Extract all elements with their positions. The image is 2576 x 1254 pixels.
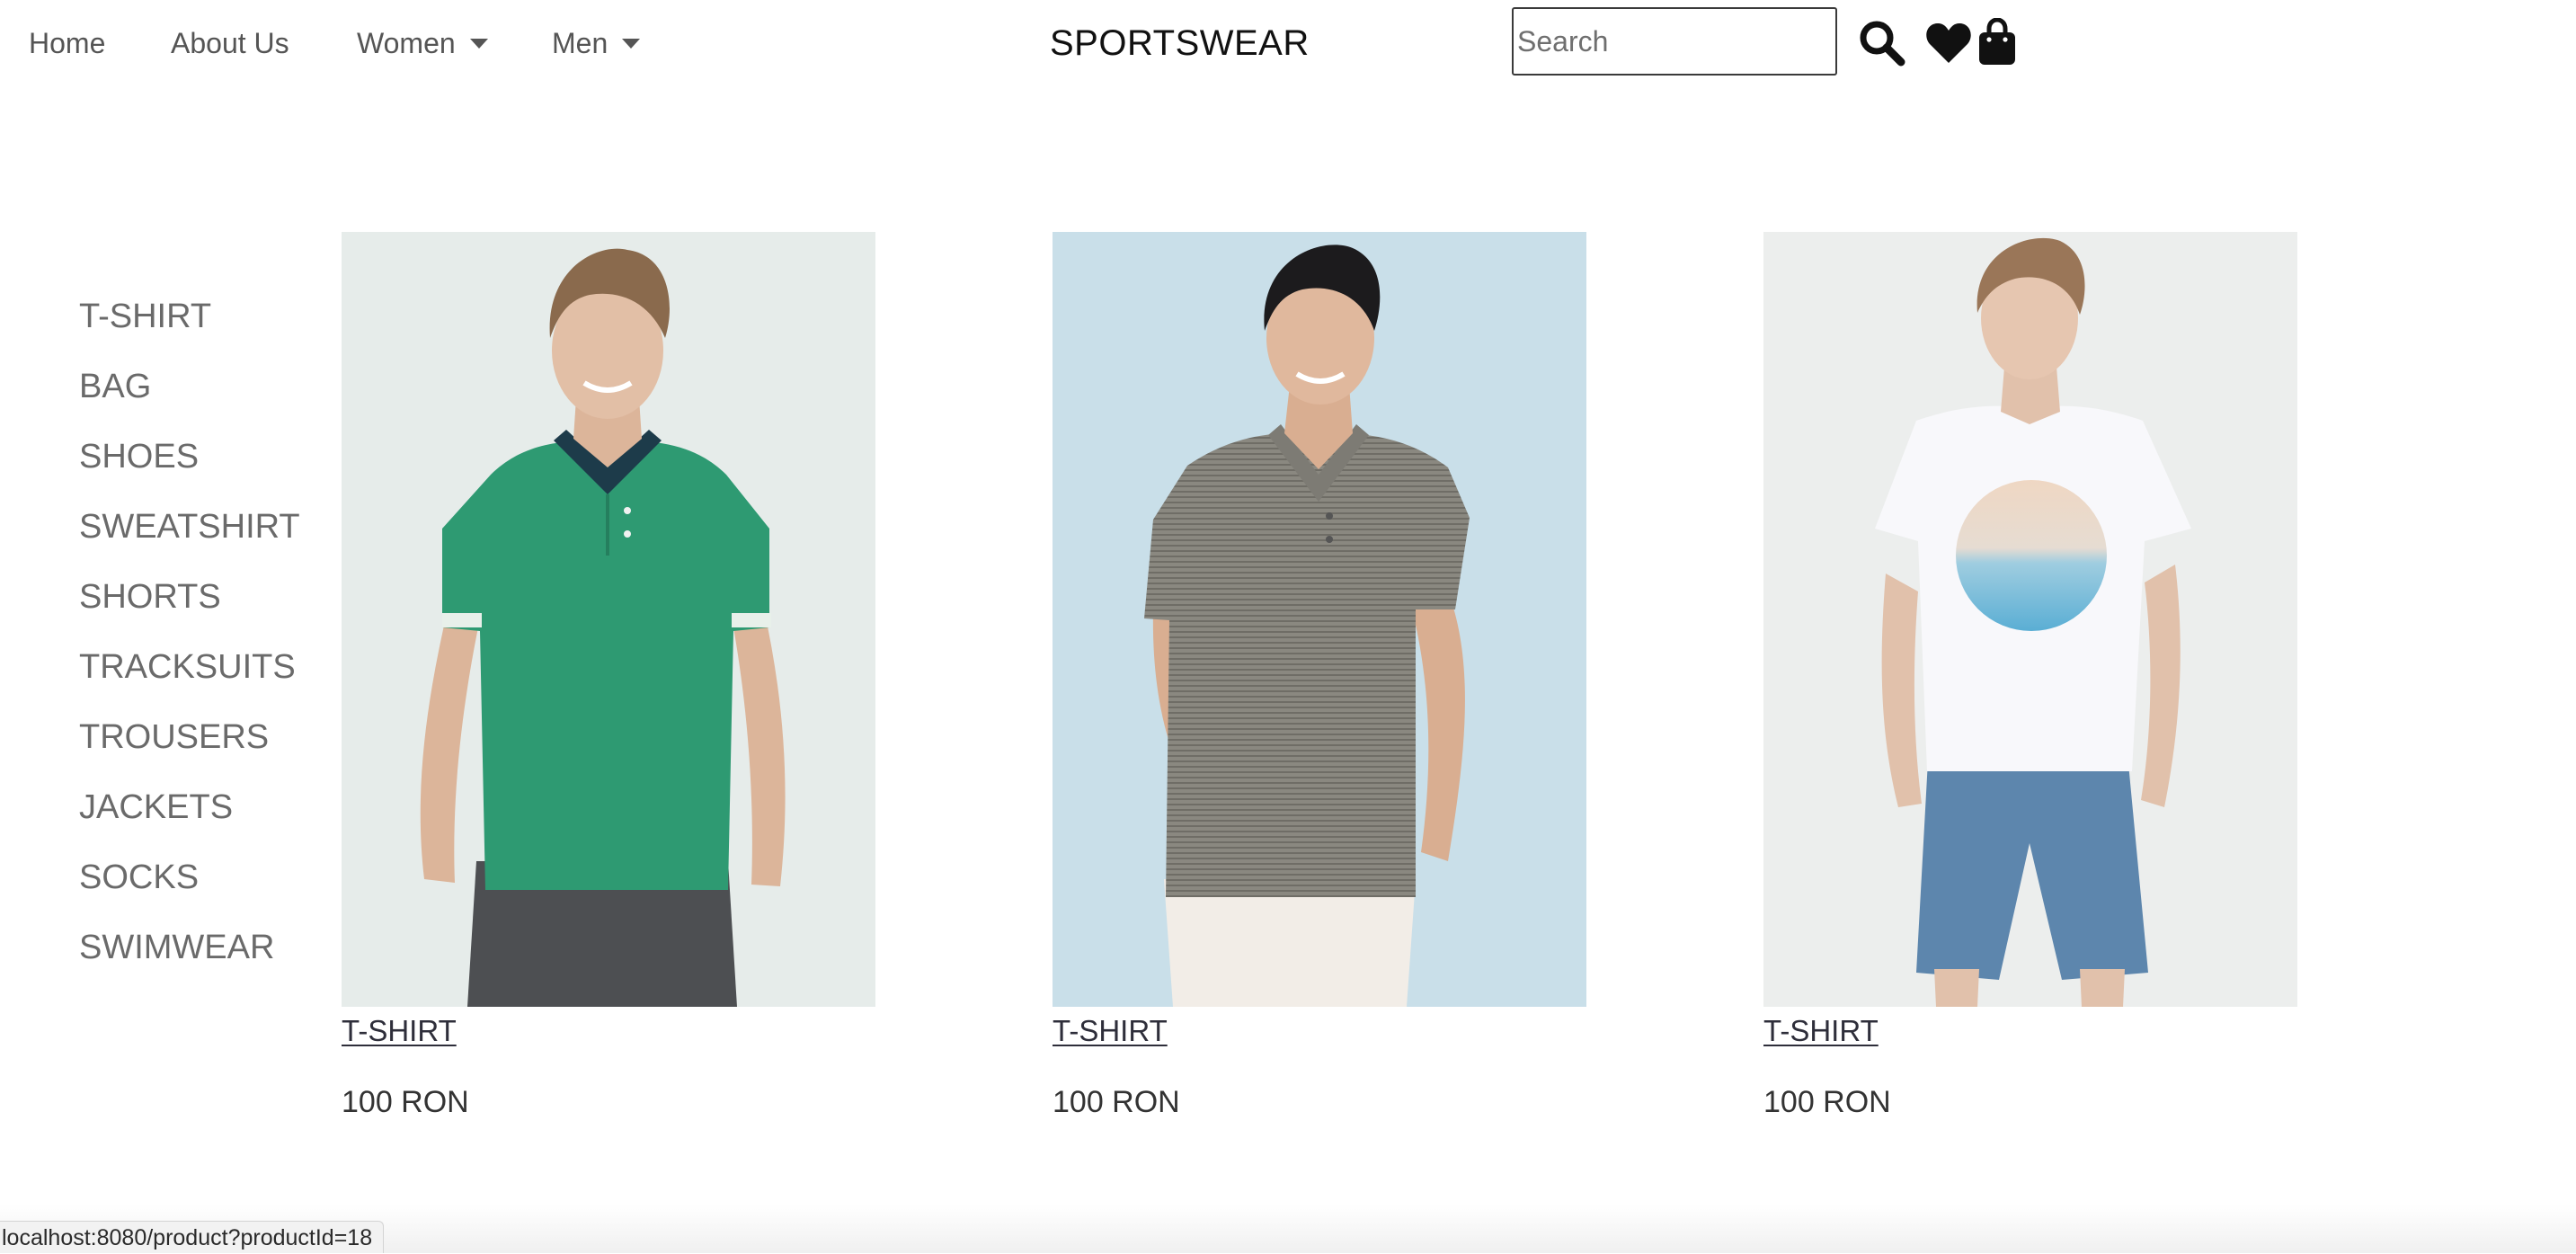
- product-card: T-SHIRT 100 RON: [342, 232, 875, 1122]
- heart-icon[interactable]: [1925, 22, 1972, 65]
- product-name-link[interactable]: T-SHIRT: [1763, 1012, 1879, 1050]
- search-icon[interactable]: [1857, 18, 1905, 67]
- product-card: T-SHIRT 100 RON: [1763, 232, 2297, 1122]
- nav-home-link[interactable]: Home: [29, 23, 105, 63]
- sidebar-item-bag[interactable]: BAG: [79, 360, 313, 430]
- product-price: 100 RON: [1053, 1085, 1180, 1119]
- product-image[interactable]: [1053, 232, 1586, 1007]
- product-price: 100 RON: [1763, 1085, 1891, 1119]
- search-input[interactable]: [1512, 7, 1837, 76]
- sidebar-item-jackets[interactable]: JACKETS: [79, 780, 313, 850]
- category-sidebar: T-SHIRT BAG SHOES SWEATSHIRT SHORTS TRAC…: [79, 289, 313, 991]
- page-bottom-fade: [0, 1205, 2576, 1253]
- nav-women-label: Women: [357, 27, 456, 59]
- sidebar-item-trousers[interactable]: TROUSERS: [79, 710, 313, 780]
- sidebar-item-shorts[interactable]: SHORTS: [79, 570, 313, 640]
- product-name-link[interactable]: T-SHIRT: [1053, 1012, 1168, 1050]
- product-price: 100 RON: [342, 1085, 469, 1119]
- product-image[interactable]: [1763, 232, 2297, 1007]
- brand-logo-text[interactable]: SPORTSWEAR: [1050, 22, 1310, 65]
- nav-men-label: Men: [552, 27, 608, 59]
- caret-down-icon: [622, 39, 641, 49]
- nav-men-dropdown[interactable]: Men: [552, 23, 641, 63]
- sidebar-item-t-shirt[interactable]: T-SHIRT: [79, 289, 313, 360]
- sidebar-item-shoes[interactable]: SHOES: [79, 430, 313, 500]
- nav-women-dropdown[interactable]: Women: [357, 23, 488, 63]
- product-image[interactable]: [342, 232, 875, 1007]
- nav-about-link[interactable]: About Us: [171, 23, 289, 63]
- product-card: T-SHIRT 100 RON: [1053, 232, 1586, 1122]
- browser-status-bar: localhost:8080/product?productId=18: [0, 1221, 385, 1253]
- top-navbar: Home About Us Women Men SPORTSWEAR: [0, 0, 2576, 86]
- caret-down-icon: [469, 39, 488, 49]
- sidebar-item-sweatshirt[interactable]: SWEATSHIRT: [79, 500, 313, 570]
- sidebar-item-socks[interactable]: SOCKS: [79, 850, 313, 920]
- sidebar-item-swimwear[interactable]: SWIMWEAR: [79, 920, 313, 991]
- product-name-link[interactable]: T-SHIRT: [342, 1012, 457, 1050]
- shopping-bag-icon[interactable]: [1977, 18, 2017, 67]
- sidebar-item-tracksuits[interactable]: TRACKSUITS: [79, 640, 313, 710]
